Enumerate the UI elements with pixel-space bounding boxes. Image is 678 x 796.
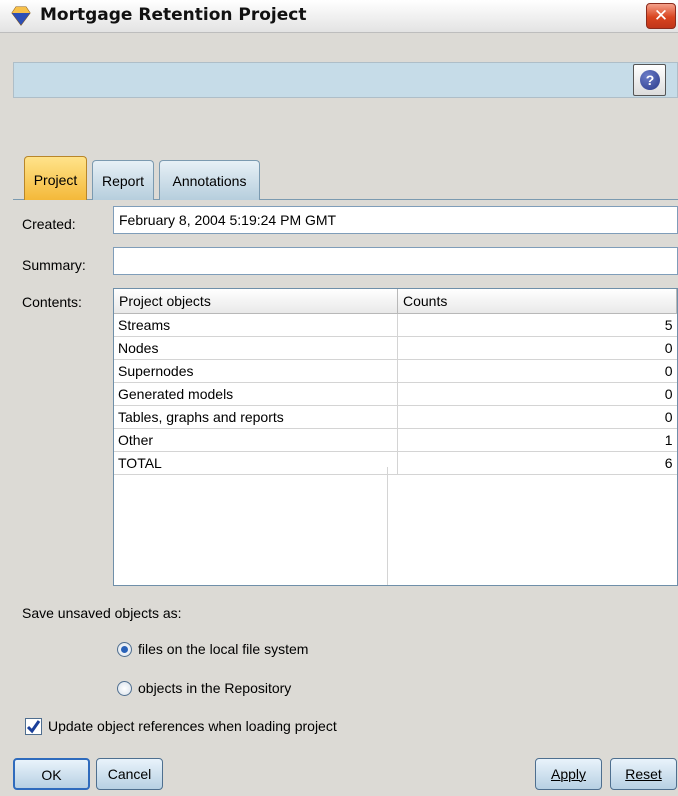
- column-header-counts[interactable]: Counts: [397, 289, 677, 314]
- tab-annotations[interactable]: Annotations: [159, 160, 260, 200]
- close-icon: ✕: [653, 6, 669, 26]
- table-header-row: Project objects Counts: [114, 289, 677, 314]
- table-cell: Supernodes: [114, 359, 398, 383]
- summary-label: Summary:: [22, 257, 86, 273]
- table-cell: Other: [114, 428, 398, 452]
- contents-label: Contents:: [22, 294, 82, 310]
- column-header-project-objects[interactable]: Project objects: [114, 289, 398, 314]
- radio-local-file-system-label[interactable]: files on the local file system: [138, 641, 308, 657]
- table-row[interactable]: Streams 5: [114, 313, 677, 337]
- app-diamond-icon: [11, 6, 31, 26]
- table-cell: Tables, graphs and reports: [114, 405, 398, 429]
- table-cell: 0: [397, 336, 677, 360]
- table-cell: 0: [397, 405, 677, 429]
- table-cell: 0: [397, 382, 677, 406]
- ok-button[interactable]: OK: [13, 758, 90, 790]
- table-cell: 0: [397, 359, 677, 383]
- table-cell: 1: [397, 428, 677, 452]
- update-references-checkbox[interactable]: [25, 718, 42, 735]
- toolbar: [13, 62, 678, 98]
- radio-selected-dot: [121, 646, 128, 653]
- table-cell: Streams: [114, 313, 398, 337]
- table-row[interactable]: Generated models 0: [114, 382, 677, 406]
- table-cell: 5: [397, 313, 677, 337]
- window-title: Mortgage Retention Project: [40, 5, 307, 25]
- radio-local-file-system[interactable]: [117, 642, 132, 657]
- radio-repository[interactable]: [117, 681, 132, 696]
- table-row[interactable]: Other 1: [114, 428, 677, 452]
- contents-table: Project objects Counts Streams 5 Nodes 0…: [113, 288, 678, 586]
- table-row[interactable]: TOTAL 6: [114, 451, 677, 475]
- apply-button[interactable]: Apply: [535, 758, 602, 790]
- help-button[interactable]: ?: [633, 64, 666, 96]
- table-cell: Generated models: [114, 382, 398, 406]
- column-divider: [387, 467, 388, 585]
- table-cell: 6: [397, 451, 677, 475]
- table-cell: Nodes: [114, 336, 398, 360]
- save-heading: Save unsaved objects as:: [22, 605, 182, 621]
- close-button[interactable]: ✕: [646, 3, 676, 29]
- radio-repository-label[interactable]: objects in the Repository: [138, 680, 291, 696]
- tab-project[interactable]: Project: [24, 156, 87, 200]
- table-row[interactable]: Supernodes 0: [114, 359, 677, 383]
- created-label: Created:: [22, 216, 76, 232]
- reset-button[interactable]: Reset: [610, 758, 677, 790]
- summary-field[interactable]: [113, 247, 678, 275]
- created-field[interactable]: February 8, 2004 5:19:24 PM GMT: [113, 206, 678, 234]
- table-cell: TOTAL: [114, 451, 398, 475]
- cancel-button[interactable]: Cancel: [96, 758, 163, 790]
- help-icon: ?: [640, 70, 660, 90]
- table-row[interactable]: Tables, graphs and reports 0: [114, 405, 677, 429]
- update-references-label[interactable]: Update object references when loading pr…: [48, 718, 337, 734]
- tab-report[interactable]: Report: [92, 160, 154, 200]
- table-row[interactable]: Nodes 0: [114, 336, 677, 360]
- checkmark-icon: [26, 720, 41, 734]
